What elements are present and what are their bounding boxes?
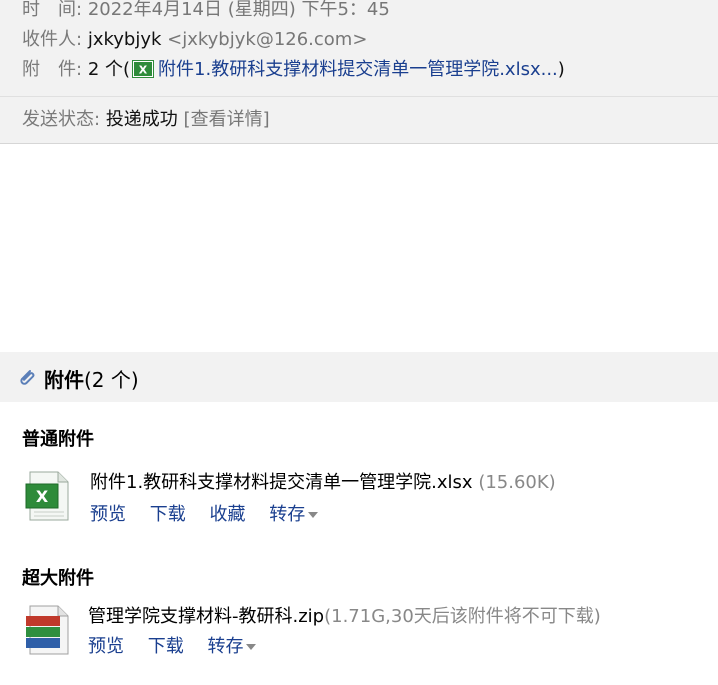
download-link[interactable]: 下载 <box>148 636 184 657</box>
favorite-link[interactable]: 收藏 <box>209 504 245 525</box>
excel-file-icon: X <box>132 60 155 78</box>
attachments-bar: 附件(2 个) <box>0 352 718 402</box>
status-label: 发送状态: <box>22 109 101 130</box>
save-to-dropdown[interactable]: 转存 <box>207 636 257 657</box>
normal-attachment-filename[interactable]: 附件1.教研科支撑材料提交清单一管理学院.xlsx <box>90 472 473 493</box>
attachment-label: 附 件: <box>22 59 83 80</box>
status-value: 投递成功 <box>105 109 178 130</box>
attachment-row: 附 件: 2 个( X 附件1.教研科支撑材料提交清单一管理学院.xlsx...) <box>22 58 565 82</box>
save-to-dropdown[interactable]: 转存 <box>269 504 319 525</box>
preview-link[interactable]: 预览 <box>88 636 124 657</box>
chevron-down-icon <box>246 644 257 650</box>
svg-text:X: X <box>36 487 49 506</box>
recipient-email[interactable]: <jxkybjyk@126.com> <box>167 29 367 50</box>
email-meta-header: 时 间: 2022年4月14日 (星期四) 下午5：45 收件人: jxkybj… <box>0 0 718 144</box>
attachment-count: 2 个 <box>87 59 123 80</box>
save-to-label[interactable]: 转存 <box>269 504 305 525</box>
header-divider <box>0 96 718 97</box>
large-attachment-filename[interactable]: 管理学院支撑材料-教研科.zip <box>88 606 324 627</box>
download-link[interactable]: 下载 <box>150 504 186 525</box>
normal-attachment-name[interactable]: 附件1.教研科支撑材料提交清单一管理学院.xlsx (15.60K) <box>90 468 556 494</box>
attachment-preview-link[interactable]: 附件1.教研科支撑材料提交清单一管理学院.xlsx... <box>158 59 558 80</box>
large-attachment-name[interactable]: 管理学院支撑材料-教研科.zip(1.71G,30天后该附件将不可下载) <box>88 602 601 628</box>
status-row: 发送状态: 投递成功 [查看详情] <box>22 108 270 132</box>
normal-attachment-actions: 预览 下载 收藏 转存 <box>90 500 336 526</box>
recipient-name[interactable]: jxkybjyk <box>88 29 162 50</box>
chevron-down-icon <box>308 512 319 518</box>
attachments-title-text: 附件 <box>44 368 84 392</box>
large-attachments-title: 超大附件 <box>22 568 94 589</box>
time-row: 时 间: 2022年4月14日 (星期四) 下午5：45 <box>22 0 390 22</box>
zip-archive-icon[interactable] <box>24 604 72 656</box>
preview-link[interactable]: 预览 <box>90 504 126 525</box>
excel-file-icon[interactable]: X <box>24 470 72 522</box>
attachments-title: 附件(2 个) <box>44 364 139 393</box>
save-to-label[interactable]: 转存 <box>207 636 243 657</box>
status-details-link[interactable]: [查看详情] <box>184 109 270 130</box>
time-label: 时 间: <box>22 0 83 20</box>
svg-text:X: X <box>139 64 148 77</box>
recipient-row: 收件人: jxkybjyk <jxkybjyk@126.com> <box>22 28 367 52</box>
large-attachment-size: (1.71G,30天后该附件将不可下载) <box>324 606 601 627</box>
attachment-close-paren: ) <box>557 59 565 80</box>
attachment-open-paren: ( <box>123 59 131 80</box>
large-attachment-actions: 预览 下载 转存 <box>88 632 274 658</box>
normal-attachment-size: (15.60K) <box>478 472 556 493</box>
attachments-count: (2 个) <box>84 368 139 392</box>
time-value: 2022年4月14日 (星期四) 下午5：45 <box>87 0 390 20</box>
normal-attachments-title: 普通附件 <box>22 429 94 450</box>
recipient-label: 收件人: <box>22 29 83 50</box>
paperclip-icon <box>20 370 35 385</box>
